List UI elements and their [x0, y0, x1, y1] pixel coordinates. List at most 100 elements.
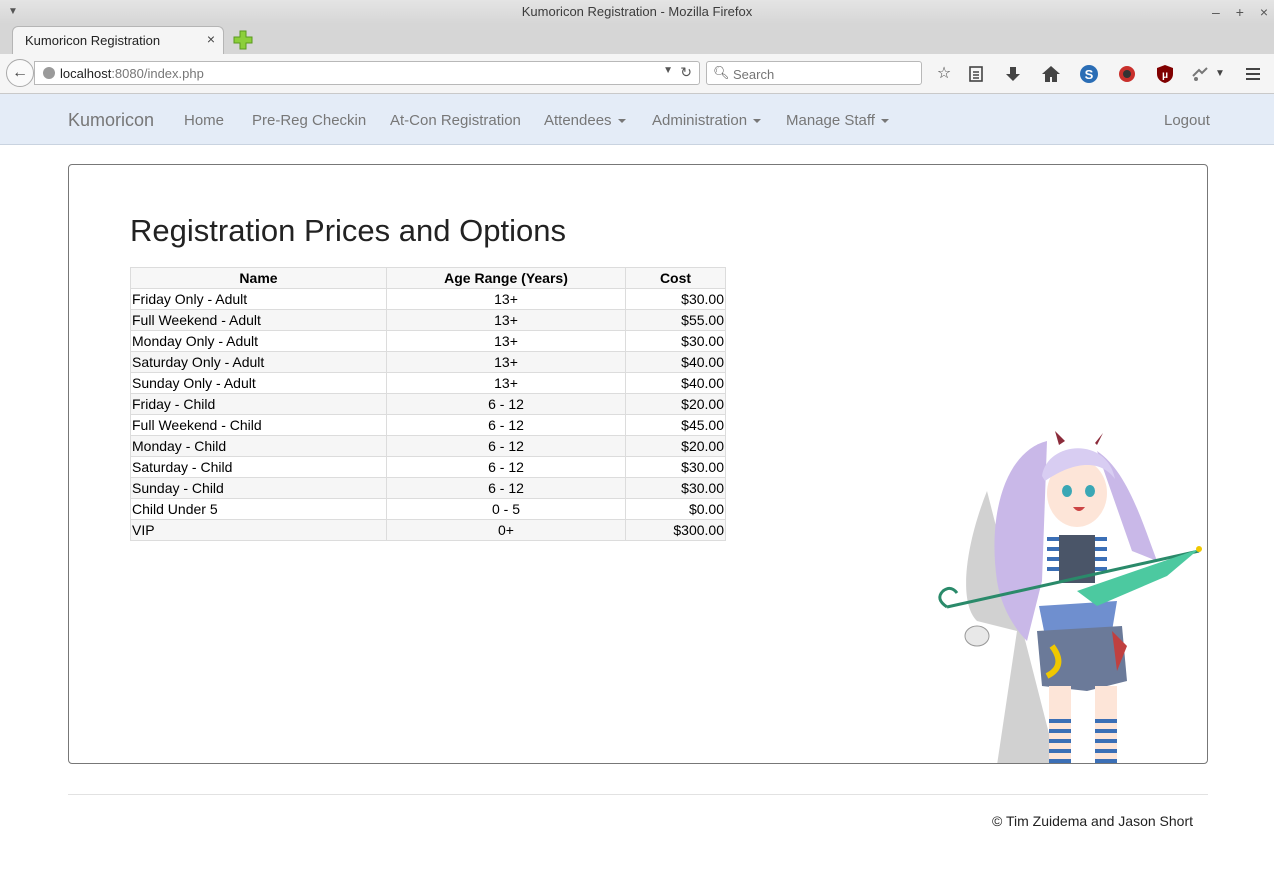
cell-age-range: 6 - 12: [386, 456, 626, 478]
table-row: Full Weekend - Child 6 - 12 $45.00: [130, 414, 726, 436]
mascot-illustration: [938, 431, 1202, 763]
cell-age-range: 6 - 12: [386, 477, 626, 499]
globe-icon: [43, 67, 55, 79]
nav-home[interactable]: Home: [184, 112, 224, 129]
brand-link[interactable]: Kumoricon: [68, 110, 154, 131]
site-navbar: Kumoricon Home Pre-Reg Checkin At-Con Re…: [0, 94, 1274, 145]
cell-cost: $45.00: [625, 414, 726, 436]
minimize-button[interactable]: –: [1212, 0, 1220, 24]
content-panel: Registration Prices and Options Name Age…: [68, 164, 1208, 764]
cell-name: Sunday - Child: [130, 477, 387, 499]
table-row: Friday - Child 6 - 12 $20.00: [130, 393, 726, 415]
nav-atcon-registration[interactable]: At-Con Registration: [390, 112, 521, 129]
svg-text:μ: μ: [1162, 70, 1168, 81]
search-icon: 🔍︎: [713, 65, 730, 80]
ublock-icon[interactable]: μ: [1155, 64, 1175, 84]
search-input[interactable]: [731, 64, 915, 84]
back-button[interactable]: ←: [6, 59, 34, 87]
table-row: Saturday Only - Adult 13+ $40.00: [130, 351, 726, 373]
column-header-cost: Cost: [625, 267, 726, 289]
home-icon[interactable]: [1041, 64, 1061, 84]
cell-name: Friday Only - Adult: [130, 288, 387, 310]
svg-text:S: S: [1085, 67, 1094, 82]
cell-age-range: 6 - 12: [386, 393, 626, 415]
extension-icon[interactable]: [1190, 64, 1210, 84]
cell-age-range: 6 - 12: [386, 435, 626, 457]
back-arrow-icon: ←: [12, 64, 28, 81]
footer-copyright: © Tim Zuidema and Jason Short: [992, 813, 1193, 829]
table-row: VIP 0+ $300.00: [130, 519, 726, 541]
cell-name: Saturday - Child: [130, 456, 387, 478]
caret-down-icon: [753, 119, 762, 124]
nav-attendees-dropdown[interactable]: Attendees: [544, 112, 626, 129]
tab-title: Kumoricon Registration: [25, 33, 161, 48]
s-addon-icon[interactable]: S: [1079, 64, 1099, 84]
table-row: Monday - Child 6 - 12 $20.00: [130, 435, 726, 457]
tab-strip: Kumoricon Registration ×: [0, 24, 1274, 54]
close-window-button[interactable]: ×: [1260, 0, 1268, 24]
table-row: Friday Only - Adult 13+ $30.00: [130, 288, 726, 310]
cell-name: Full Weekend - Child: [130, 414, 387, 436]
cell-cost: $30.00: [625, 477, 726, 499]
cell-age-range: 0+: [386, 519, 626, 541]
nav-administration-dropdown[interactable]: Administration: [652, 112, 762, 129]
cell-cost: $40.00: [625, 351, 726, 373]
table-row: Full Weekend - Adult 13+ $55.00: [130, 309, 726, 331]
page-title: Registration Prices and Options: [130, 213, 566, 248]
cell-cost: $300.00: [625, 519, 726, 541]
column-header-name: Name: [130, 267, 387, 289]
cell-name: Monday - Child: [130, 435, 387, 457]
bookmark-star-icon[interactable]: ☆: [934, 64, 954, 84]
window-titlebar: ▼ Kumoricon Registration - Mozilla Firef…: [0, 0, 1274, 24]
prices-table: Name Age Range (Years) Cost Friday Only …: [130, 267, 726, 541]
cell-age-range: 13+: [386, 372, 626, 394]
tab-close-icon[interactable]: ×: [207, 31, 215, 47]
bookmarks-list-icon[interactable]: [966, 64, 986, 84]
url-text: localhost:8080/index.php: [60, 66, 204, 81]
cell-cost: $20.00: [625, 393, 726, 415]
cell-name: Child Under 5: [130, 498, 387, 520]
cell-age-range: 13+: [386, 288, 626, 310]
overflow-dropdown-icon[interactable]: ▼: [1210, 64, 1230, 84]
nav-logout[interactable]: Logout: [1164, 112, 1210, 129]
maximize-button[interactable]: +: [1236, 0, 1244, 24]
browser-tab[interactable]: Kumoricon Registration ×: [12, 26, 224, 54]
cell-age-range: 13+: [386, 309, 626, 331]
cell-cost: $30.00: [625, 330, 726, 352]
table-row: Saturday - Child 6 - 12 $30.00: [130, 456, 726, 478]
table-row: Monday Only - Adult 13+ $30.00: [130, 330, 726, 352]
cell-cost: $55.00: [625, 309, 726, 331]
cell-age-range: 13+: [386, 351, 626, 373]
cell-name: Saturday Only - Adult: [130, 351, 387, 373]
cell-name: Sunday Only - Adult: [130, 372, 387, 394]
cell-cost: $30.00: [625, 456, 726, 478]
new-tab-icon[interactable]: [232, 29, 254, 51]
addon-red-icon[interactable]: [1117, 64, 1137, 84]
url-bar[interactable]: localhost:8080/index.php ▼ ↻: [34, 61, 700, 85]
search-bar[interactable]: 🔍︎: [706, 61, 922, 85]
hamburger-menu-icon[interactable]: [1243, 64, 1263, 84]
download-icon[interactable]: [1003, 64, 1023, 84]
caret-down-icon: [617, 119, 626, 124]
window-menu-icon[interactable]: ▼: [8, 0, 18, 24]
url-dropdown-icon[interactable]: ▼: [663, 65, 673, 76]
table-header-row: Name Age Range (Years) Cost: [130, 267, 726, 289]
cell-cost: $0.00: [625, 498, 726, 520]
cell-cost: $20.00: [625, 435, 726, 457]
table-row: Sunday Only - Adult 13+ $40.00: [130, 372, 726, 394]
table-row: Sunday - Child 6 - 12 $30.00: [130, 477, 726, 499]
reload-icon[interactable]: ↻: [680, 64, 692, 81]
cell-cost: $30.00: [625, 288, 726, 310]
nav-prereg-checkin[interactable]: Pre-Reg Checkin: [252, 112, 366, 129]
cell-name: VIP: [130, 519, 387, 541]
cell-name: Friday - Child: [130, 393, 387, 415]
cell-cost: $40.00: [625, 372, 726, 394]
table-row: Child Under 50 - 5 $0.00: [130, 498, 726, 520]
window-title: Kumoricon Registration - Mozilla Firefox: [521, 4, 753, 19]
cell-name: Monday Only - Adult: [130, 330, 387, 352]
cell-name: Full Weekend - Adult: [130, 309, 387, 331]
cell-age-range: 0 - 5: [386, 498, 626, 520]
footer-divider: [68, 794, 1208, 795]
cell-age-range: 6 - 12: [386, 414, 626, 436]
nav-manage-staff-dropdown[interactable]: Manage Staff: [786, 112, 889, 129]
